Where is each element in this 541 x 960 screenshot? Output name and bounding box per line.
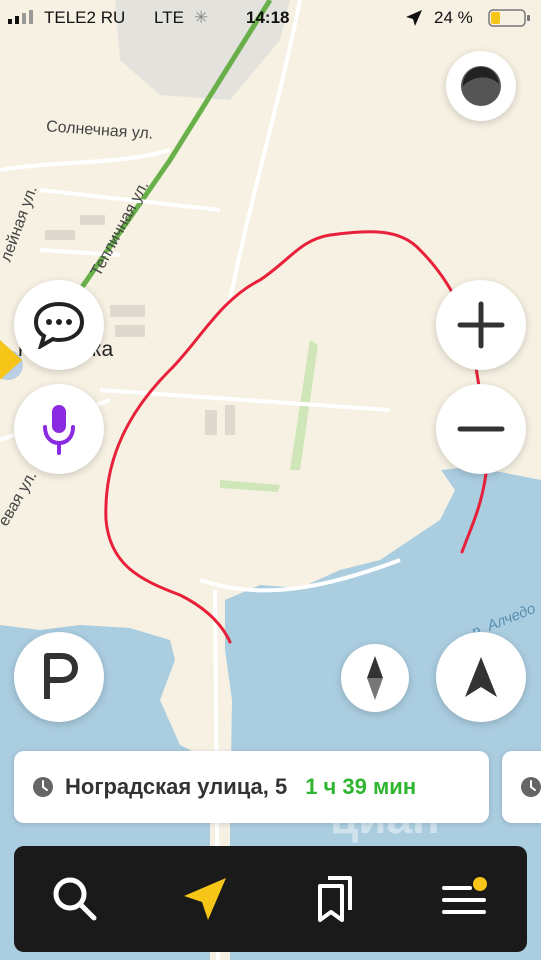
clock-icon xyxy=(33,777,53,797)
battery-percent: 24 % xyxy=(434,8,473,27)
minus-icon xyxy=(457,426,505,432)
search-icon xyxy=(53,877,97,921)
clock: 14:18 xyxy=(246,8,290,27)
carrier-name: TELE2 RU xyxy=(44,8,126,27)
route-eta: 1 ч 39 мин xyxy=(305,774,417,799)
menu-tab[interactable] xyxy=(440,874,492,924)
search-tab[interactable] xyxy=(50,874,100,924)
notification-dot xyxy=(473,877,487,891)
menu-icon xyxy=(442,877,487,914)
zoom-in-button[interactable] xyxy=(436,280,526,370)
voice-assistant-button[interactable] xyxy=(14,384,104,474)
parking-button[interactable] xyxy=(14,632,104,722)
parking-icon xyxy=(44,653,78,699)
compass-button[interactable] xyxy=(341,644,409,712)
zoom-out-button[interactable] xyxy=(436,384,526,474)
bookmarks-tab[interactable] xyxy=(310,874,360,924)
location-arrow-icon xyxy=(406,10,422,26)
chat-button[interactable] xyxy=(14,280,104,370)
layers-icon xyxy=(461,66,501,106)
route-destination: Ноградская улица, 5 xyxy=(65,774,288,799)
my-location-button[interactable] xyxy=(436,632,526,722)
navigator-arrow-icon xyxy=(184,878,226,920)
clock-icon xyxy=(521,777,541,797)
navigation-arrow-icon xyxy=(465,657,497,697)
route-card-next[interactable] xyxy=(502,751,541,823)
network-type: LTE xyxy=(154,8,184,27)
signal-icon xyxy=(8,10,33,24)
bottom-nav-bar xyxy=(14,846,527,952)
loading-spinner-icon: ✳ xyxy=(194,8,209,27)
compass-icon xyxy=(367,656,383,700)
layers-button[interactable] xyxy=(446,51,516,121)
bookmarks-icon xyxy=(318,876,352,922)
plus-icon xyxy=(457,301,505,349)
navigator-tab[interactable] xyxy=(180,874,230,924)
route-card[interactable]: Ноградская улица, 5 1 ч 39 мин xyxy=(14,751,489,823)
chat-bubble-icon xyxy=(33,301,85,349)
status-bar: TELE2 RU LTE ✳ 14:18 24 % xyxy=(0,0,541,36)
battery-icon xyxy=(488,9,530,27)
microphone-icon xyxy=(43,405,75,455)
